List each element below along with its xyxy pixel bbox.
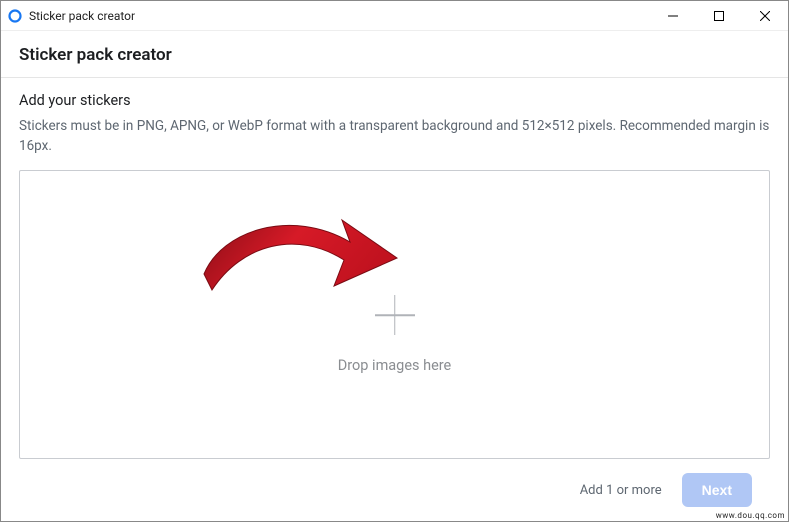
- close-button[interactable]: [742, 1, 788, 31]
- next-button[interactable]: Next: [682, 473, 752, 507]
- section-description: Stickers must be in PNG, APNG, or WebP f…: [19, 117, 770, 156]
- window-title: Sticker pack creator: [29, 9, 135, 23]
- page-header: Sticker pack creator: [1, 31, 788, 78]
- app-window: Sticker pack creator Sticker pack creato…: [0, 0, 789, 522]
- titlebar-left: Sticker pack creator: [1, 8, 650, 24]
- maximize-button[interactable]: [696, 1, 742, 31]
- dropzone-label: Drop images here: [338, 357, 451, 374]
- titlebar: Sticker pack creator: [1, 1, 788, 31]
- plus-icon: [375, 295, 415, 335]
- watermark: www.dou.qq.com: [716, 511, 785, 520]
- page-title: Sticker pack creator: [19, 45, 770, 65]
- footer: Add 1 or more Next: [19, 459, 770, 521]
- window-controls: [650, 1, 788, 31]
- section-title: Add your stickers: [19, 92, 770, 109]
- main-content: Add your stickers Stickers must be in PN…: [1, 78, 788, 521]
- status-text: Add 1 or more: [580, 483, 662, 498]
- minimize-button[interactable]: [650, 1, 696, 31]
- app-icon: [7, 8, 23, 24]
- dropzone[interactable]: Drop images here: [19, 170, 770, 459]
